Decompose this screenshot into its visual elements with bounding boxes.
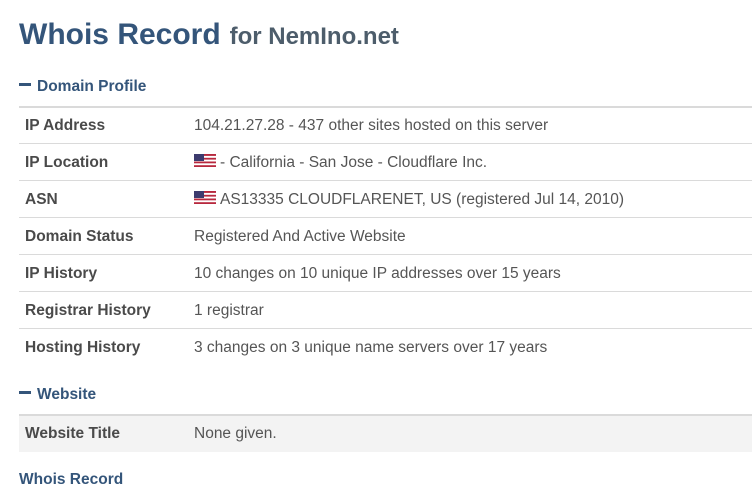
section-heading-website: Website xyxy=(37,386,97,403)
row-label: ASN xyxy=(25,191,58,208)
row-label: Domain Status xyxy=(25,228,134,245)
collapse-icon xyxy=(19,391,31,395)
row-value: Registered And Active Website xyxy=(194,228,406,245)
section-toggle-website[interactable]: Website xyxy=(19,386,96,404)
table-row: IP History 10 changes on 10 unique IP ad… xyxy=(19,256,752,292)
whois-record-section-link[interactable]: Whois Record xyxy=(19,471,123,489)
row-label: IP Address xyxy=(25,117,106,134)
collapse-icon xyxy=(19,83,31,87)
row-value: None given. xyxy=(194,425,277,442)
row-value[interactable]: 10 changes on 10 unique IP addresses ove… xyxy=(194,256,561,292)
us-flag-icon xyxy=(194,154,216,168)
table-row: Website Title None given. xyxy=(19,416,752,452)
table-row: Hosting History 3 changes on 3 unique na… xyxy=(19,330,752,366)
row-label: Hosting History xyxy=(25,339,141,356)
us-flag-icon xyxy=(194,191,216,205)
section-toggle-domain-profile[interactable]: Domain Profile xyxy=(19,78,146,96)
row-label: Registrar History xyxy=(25,302,151,319)
ip-location-text: - California - San Jose - Cloudflare Inc… xyxy=(220,154,488,171)
page-title-domain: for NemIno.net xyxy=(229,23,399,50)
table-row: Registrar History 1 registrar xyxy=(19,293,752,329)
row-value[interactable]: 1 registrar xyxy=(194,293,264,329)
row-value[interactable]: 104.21.27.28 - 437 other sites hosted on… xyxy=(194,108,548,144)
whois-page: Whois Record for NemIno.net Domain Profi… xyxy=(0,0,752,501)
row-value[interactable]: 3 changes on 3 unique name servers over … xyxy=(194,330,547,366)
row-value: AS13335 CLOUDFLARENET, US (registered Ju… xyxy=(194,182,624,218)
asn-text: AS13335 CLOUDFLARENET, US (registered Ju… xyxy=(220,191,625,208)
table-row: IP Location - California - San Jose - Cl… xyxy=(19,145,752,181)
row-label: IP History xyxy=(25,265,98,282)
row-value: - California - San Jose - Cloudflare Inc… xyxy=(194,145,487,181)
table-row: ASN AS13335 CLOUDFLARENET, US (registere… xyxy=(19,182,752,218)
page-title: Whois Record for NemIno.net xyxy=(19,13,399,57)
section-heading-domain-profile: Domain Profile xyxy=(37,78,147,95)
row-label: IP Location xyxy=(25,154,109,171)
page-title-main: Whois Record xyxy=(19,18,221,51)
table-row: IP Address 104.21.27.28 - 437 other site… xyxy=(19,108,752,144)
table-row: Domain Status Registered And Active Webs… xyxy=(19,219,752,255)
row-label: Website Title xyxy=(25,425,121,442)
